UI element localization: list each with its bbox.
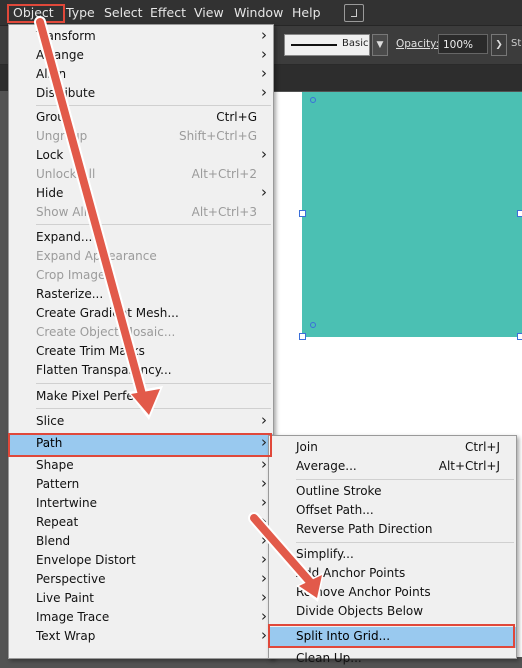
annotation-arrows <box>34 16 324 602</box>
arrow-to-split-into-grid <box>248 512 324 602</box>
arrow-to-path <box>34 16 163 420</box>
